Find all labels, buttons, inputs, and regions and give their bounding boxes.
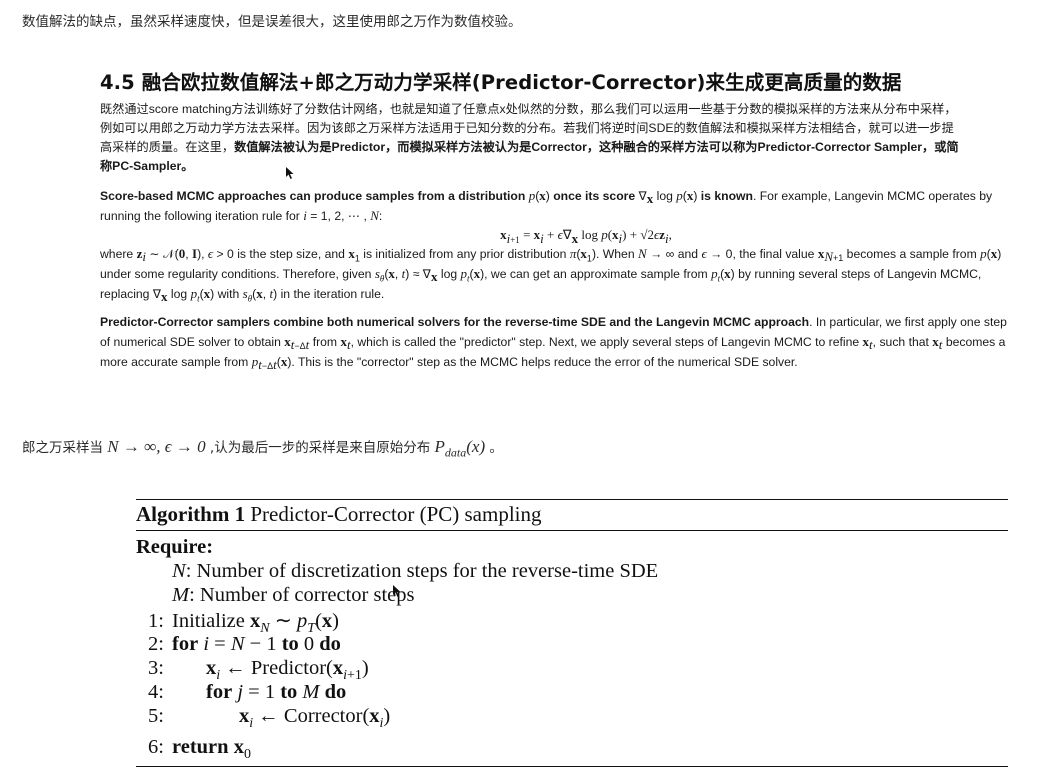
score-paragraph: Score-based MCMC approaches can produce … [100,186,1012,304]
require-n: N: Number of discretization steps for th… [172,560,659,582]
algo-step-2: 2: for i = N − 1 to 0 do [148,633,341,655]
langevin-update-equation: xi+1 = xi + ϵ∇x log p(xi) + √2ϵzi, [500,227,672,246]
pc-paragraph: Predictor-Corrector samplers combine bot… [100,315,1007,373]
zh-line-2: 例如可以用郎之万动力学方法去采样。因为该郎之万采样方法适用于已知分数的分布。若我… [100,121,954,135]
algorithm-top-rule [136,499,1008,500]
algo-step-1: 1: Initialize xN ∼ pT(x) [148,610,339,637]
require-label: Require: [136,536,214,558]
zh-paragraph: 既然通过score matching方法训练好了分数估计网络，也就是知道了任意点… [100,100,1012,176]
algorithm-title-rule [136,530,1008,531]
langevin-note: 郎之万采样当 N → ∞, ϵ → 0 ,认为最后一步的采样是来自原始分布 Pd… [22,437,503,460]
zh-line-1: 既然通过score matching方法训练好了分数估计网络，也就是知道了任意点… [100,102,957,116]
pc-bold-lead: Predictor-Corrector samplers combine bot… [100,315,810,329]
note-math: N → ∞, ϵ → 0 [107,437,206,456]
zh-line-4: 称PC-Sampler。 [100,159,194,173]
score-bold-lead: Score-based MCMC approaches can produce … [100,189,526,203]
section-heading: 4.5 融合欧拉数值解法+郎之万动力学采样(Predictor-Correcto… [100,71,902,94]
algorithm-title: Algorithm 1 Predictor-Corrector (PC) sam… [136,502,542,526]
algo-step-4: 4: for j = 1 to M do [148,681,347,703]
mouse-cursor-icon [286,167,294,179]
zh-line-3: 高采样的质量。在这里，数值解法被认为是Predictor，而模拟采样方法被认为是… [100,140,959,154]
algo-step-6: 6: return x0 [148,736,251,763]
require-m: M: Number of corrector steps [172,584,415,606]
mouse-cursor-icon [393,585,401,597]
algo-step-5: 5: xi ← Corrector(xi) [148,705,391,732]
intro-text: 数值解法的缺点，虽然采样速度快，但是误差很大，这里使用郎之万作为数值校验。 [22,14,522,30]
algorithm-bottom-rule [136,766,1008,767]
algo-step-3: 3: xi ← Predictor(xi+1) [148,657,369,684]
